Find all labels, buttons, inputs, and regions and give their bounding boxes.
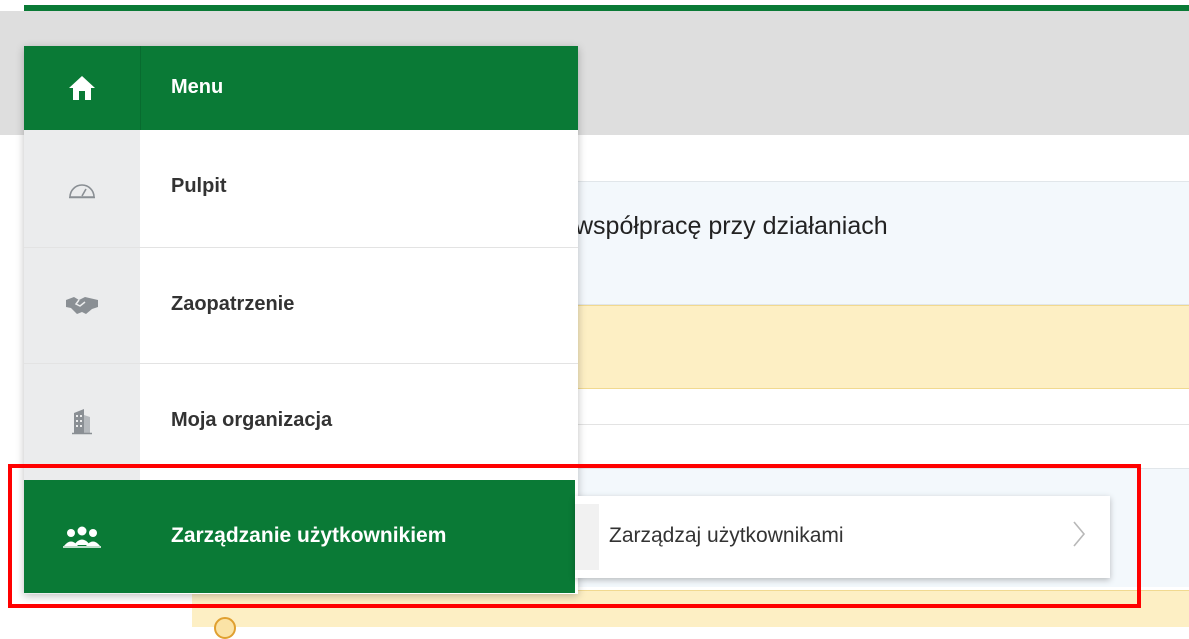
- dashboard-gauge-icon: [24, 130, 140, 247]
- menu-item-label: Pulpit: [171, 175, 227, 197]
- menu-item-pulpit[interactable]: Pulpit: [24, 130, 578, 248]
- submenu-grip: [575, 504, 599, 570]
- menu-item-moja-organizacja[interactable]: Moja organizacja: [24, 363, 578, 479]
- home-icon[interactable]: [24, 46, 141, 130]
- menu-header-label: Menu: [171, 76, 224, 98]
- submenu-flyout: Zarządzaj użytkownikami: [575, 496, 1110, 578]
- menu-item-zarzadzanie-uzytkownikiem[interactable]: Zarządzanie użytkownikiem: [24, 480, 575, 593]
- background-notice-2: [192, 590, 1189, 639]
- menu-header[interactable]: Menu: [24, 46, 578, 130]
- warning-icon: [214, 617, 236, 639]
- chevron-right-icon: [1073, 521, 1086, 547]
- building-icon: [24, 363, 140, 479]
- background-card-title: współpracę przy działaniach: [575, 212, 888, 240]
- submenu-item-label[interactable]: Zarządzaj użytkownikami: [609, 524, 844, 548]
- menu-item-label: Zarządzanie użytkownikiem: [171, 524, 447, 547]
- users-group-icon: [24, 480, 140, 593]
- handshake-icon: [24, 247, 140, 363]
- menu-item-label: Moja organizacja: [171, 409, 333, 431]
- menu-item-label: Zaopatrzenie: [171, 293, 295, 315]
- menu-item-zaopatrzenie[interactable]: Zaopatrzenie: [24, 247, 578, 364]
